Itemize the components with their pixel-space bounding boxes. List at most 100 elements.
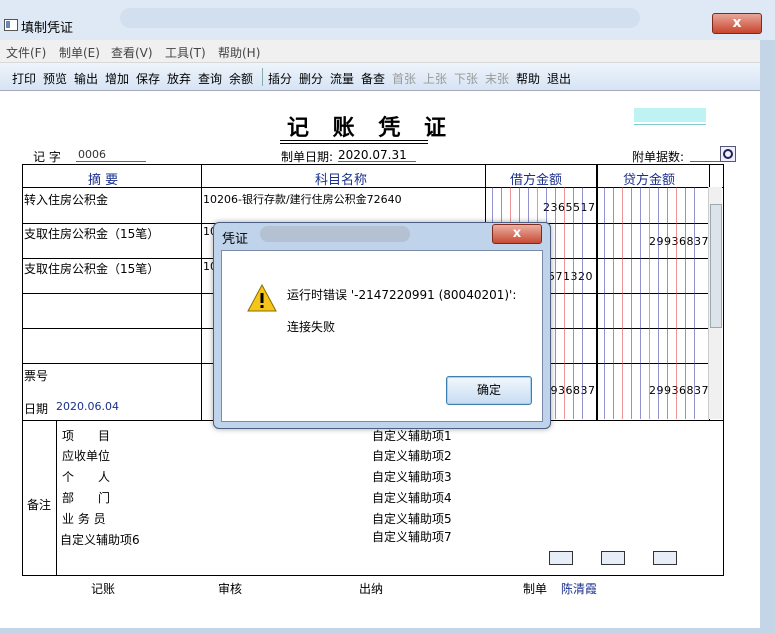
date-row-label: 日期 (24, 402, 49, 416)
prev-button[interactable]: 上张 (423, 70, 447, 87)
header-debit: 借方金额 (510, 173, 563, 188)
header-credit: 贷方金额 (623, 173, 676, 188)
footer-post-label: 记账 (91, 582, 116, 596)
dialog-title: 凭证 (222, 232, 249, 247)
remark-custom3: 自定义辅助项3 (372, 470, 452, 484)
preview-button[interactable]: 预览 (43, 70, 67, 87)
title-bar-blur (120, 8, 640, 28)
amount-column-stripe (649, 187, 650, 419)
header-account: 科目名称 (315, 173, 368, 188)
ok-button[interactable]: 确定 (446, 376, 532, 405)
row2-summary[interactable]: 支取住房公积金（15笔） (24, 225, 159, 242)
amount-column-stripe (631, 187, 632, 419)
dialog-close-button[interactable]: x (492, 224, 542, 244)
last-button[interactable]: 末张 (485, 70, 509, 87)
window-border (760, 40, 775, 633)
row3-summary[interactable]: 支取住房公积金（15笔） (24, 260, 159, 277)
row1-summary[interactable]: 转入住房公积金 (24, 191, 108, 208)
print-button[interactable]: 打印 (12, 70, 36, 87)
amount-column-stripe (604, 187, 605, 419)
remark-custom1: 自定义辅助项1 (372, 429, 452, 443)
menu-tools[interactable]: 工具(T) (165, 44, 206, 61)
voucher-status-box (634, 108, 706, 122)
voucher-title-underline (280, 140, 428, 144)
grid-line (201, 165, 202, 420)
menu-view[interactable]: 查看(V) (111, 44, 153, 61)
menu-help[interactable]: 帮助(H) (218, 44, 260, 61)
delete-entry-button[interactable]: 删分 (299, 70, 323, 87)
save-button[interactable]: 保存 (136, 70, 160, 87)
app-icon (4, 19, 18, 31)
remark-item: 项 目 (62, 429, 111, 443)
first-button[interactable]: 首张 (392, 70, 416, 87)
voucher-title: 记 账 凭 证 (287, 116, 454, 141)
menu-file[interactable]: 文件(F) (6, 44, 46, 61)
remark-person: 个 人 (62, 470, 111, 484)
export-button[interactable]: 输出 (74, 70, 98, 87)
row1-debit[interactable]: 2365517 (543, 201, 596, 214)
remark-custom5: 自定义辅助项5 (372, 512, 452, 526)
search-icon[interactable] (720, 146, 736, 162)
error-message: 运行时错误 '-2147220991 (80040201)': (287, 288, 517, 302)
grid-line (597, 165, 598, 420)
footer-review-label: 审核 (218, 582, 243, 596)
menu-bar: 文件(F) 制单(E) 查看(V) 工具(T) 帮助(H) (0, 40, 760, 63)
amount-column-stripe (676, 187, 677, 419)
amount-column-stripe (582, 187, 583, 419)
remark-custom2: 自定义辅助项2 (372, 449, 452, 463)
remark-receivable: 应收单位 (62, 449, 111, 463)
remark-department: 部 门 (62, 491, 111, 505)
amount-column-stripe (622, 187, 623, 419)
amount-column-stripe (613, 187, 614, 419)
discard-button[interactable]: 放弃 (167, 70, 191, 87)
next-button[interactable]: 下张 (454, 70, 478, 87)
window-title: 填制凭证 (21, 21, 74, 36)
amount-column-stripe (658, 187, 659, 419)
toolbar: 打印 预览 输出 增加 保存 放弃 查询 余额 插分 删分 流量 备查 首张 上… (0, 63, 760, 91)
exit-button[interactable]: 退出 (547, 70, 571, 87)
footer-maker-label: 制单 (523, 582, 548, 596)
footer-maker-name: 陈清霞 (561, 582, 598, 596)
balance-button[interactable]: 余额 (229, 70, 253, 87)
reference-button[interactable]: 备查 (361, 70, 385, 87)
cashflow-button[interactable]: 流量 (330, 70, 354, 87)
voucher-number[interactable]: 0006 (78, 148, 106, 161)
amount-column-stripe (640, 187, 641, 419)
voucher-date-label: 制单日期: (281, 150, 334, 164)
voucher-date[interactable]: 2020.07.31 (338, 148, 407, 162)
amount-column-stripe (564, 187, 565, 419)
warning-icon (247, 284, 277, 312)
amount-column-stripe (685, 187, 686, 419)
window-border-bottom (0, 628, 760, 633)
grid-line (23, 187, 723, 188)
card-icon[interactable] (549, 551, 573, 565)
help-button[interactable]: 帮助 (516, 70, 540, 87)
window-close-button[interactable]: x (712, 13, 762, 34)
remark-custom6: 自定义辅助项6 (60, 533, 140, 547)
insert-entry-button[interactable]: 插分 (268, 70, 292, 87)
voucher-status-line (634, 124, 706, 125)
header-summary: 摘 要 (88, 173, 119, 188)
grid-scrollbar-thumb[interactable] (710, 204, 722, 328)
amount-column-stripe (555, 187, 556, 419)
remark-salesperson: 业 务 员 (62, 512, 106, 526)
remarks-label: 备注 (27, 498, 52, 512)
calculator-icon[interactable] (653, 551, 677, 565)
amount-column-stripe (573, 187, 574, 419)
grid-line (56, 420, 57, 575)
menu-voucher[interactable]: 制单(E) (59, 44, 100, 61)
remark-custom7: 自定义辅助项7 (372, 530, 452, 544)
toolbar-separator (262, 68, 263, 86)
dialog-title-blur (260, 226, 410, 242)
add-button[interactable]: 增加 (105, 70, 129, 87)
ledger-icon[interactable] (601, 551, 625, 565)
amount-column-stripe (667, 187, 668, 419)
attachments-underline (690, 161, 720, 162)
query-button[interactable]: 查询 (198, 70, 222, 87)
ticket-label: 票号 (24, 369, 49, 383)
footer-cashier-label: 出纳 (359, 582, 384, 596)
title-bar (0, 0, 775, 40)
remark-custom4: 自定义辅助项4 (372, 491, 452, 505)
row1-account[interactable]: 10206-银行存款/建行住房公积金72640 (203, 191, 402, 207)
date-row-value[interactable]: 2020.06.04 (56, 400, 119, 413)
